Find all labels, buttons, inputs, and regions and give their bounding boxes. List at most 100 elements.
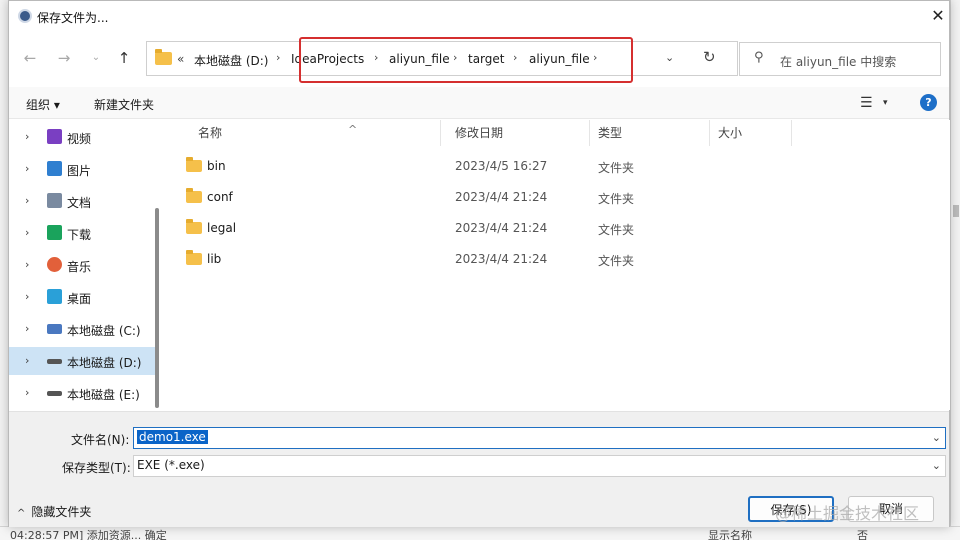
filename-value: demo1.exe xyxy=(137,430,208,444)
close-icon[interactable]: ✕ xyxy=(927,5,949,27)
breadcrumb-separator-icon[interactable]: › xyxy=(276,51,280,64)
file-date: 2023/4/5 16:27 xyxy=(455,159,548,173)
sidebar-item-desktop[interactable]: › 桌面 xyxy=(9,283,159,311)
folder-icon xyxy=(186,188,202,203)
command-bar: 组织 ▾ 新建文件夹 ☰ ▾ ? xyxy=(9,87,949,119)
file-name: legal xyxy=(207,221,237,235)
hide-folders-label: 隐藏文件夹 xyxy=(31,505,92,519)
sidebar-item-drive-e[interactable]: › 本地磁盘 (E:) xyxy=(9,379,159,407)
sidebar-item-label: 本地磁盘 (C:) xyxy=(67,324,141,338)
background-log-text: 04:28:57 PM] 添加资源... 确定 xyxy=(10,529,167,540)
help-icon[interactable]: ? xyxy=(920,94,937,111)
filetype-label: 保存类型(T): xyxy=(62,461,131,475)
expand-chevron-icon[interactable]: › xyxy=(25,130,29,143)
organize-menu-button[interactable]: 组织 ▾ xyxy=(26,96,60,113)
column-header-name[interactable]: 名称 ^ xyxy=(190,120,441,146)
pictures-icon xyxy=(47,161,62,176)
new-folder-button[interactable]: 新建文件夹 xyxy=(94,96,154,113)
view-options-icon[interactable]: ☰ xyxy=(860,95,873,111)
column-header-type[interactable]: 类型 xyxy=(590,120,710,146)
back-arrow-icon[interactable]: ← xyxy=(19,47,41,69)
filename-field[interactable]: demo1.exe ⌄ xyxy=(133,427,946,449)
sidebar-item-label: 本地磁盘 (D:) xyxy=(67,356,142,370)
search-icon: ⚲ xyxy=(754,50,764,65)
expand-chevron-icon[interactable]: › xyxy=(25,322,29,335)
background-right-text-1: 显示名称 xyxy=(708,529,752,540)
sidebar-item-videos[interactable]: › 视频 xyxy=(9,123,159,151)
hide-folders-toggle[interactable]: ^ 隐藏文件夹 xyxy=(17,503,91,520)
title-bar: 保存文件为... ✕ xyxy=(9,1,949,33)
file-name: conf xyxy=(207,190,233,204)
file-list: 名称 ^ 修改日期 类型 大小 bin 2023/4/5 16:27 文件夹 c… xyxy=(162,120,950,410)
file-row-bin[interactable]: bin 2023/4/5 16:27 文件夹 xyxy=(162,151,950,182)
file-type: 文件夹 xyxy=(598,192,635,206)
drive-d-icon xyxy=(47,359,62,364)
filetype-chevron-icon[interactable]: ⌄ xyxy=(932,459,941,472)
search-placeholder: 在 aliyun_file 中搜索 xyxy=(780,55,897,69)
sort-ascending-icon: ^ xyxy=(348,123,358,136)
filename-history-chevron-icon[interactable]: ⌄ xyxy=(932,431,941,444)
collapse-chevron-icon: ^ xyxy=(17,508,26,519)
view-dropdown-icon[interactable]: ▾ xyxy=(883,98,888,108)
navigation-pane: › 视频 › 图片 › 文档 › 下载 › 音乐 › 桌面 › 本地磁盘 (C:… xyxy=(9,120,161,410)
drive-e-icon xyxy=(47,391,62,396)
sidebar-item-documents[interactable]: › 文档 xyxy=(9,187,159,215)
watermark-text: @稀土掘金技术社区 xyxy=(775,504,920,523)
forward-arrow-icon[interactable]: → xyxy=(53,47,75,69)
sidebar-item-drive-d[interactable]: › 本地磁盘 (D:) xyxy=(9,347,159,375)
filename-label: 文件名(N): xyxy=(71,433,130,447)
sidebar-scrollbar[interactable] xyxy=(155,208,159,408)
filetype-select[interactable]: EXE (*.exe) ⌄ xyxy=(133,455,946,477)
save-file-dialog: 保存文件为... ✕ ← → ⌄ ↑ « 本地磁盘 (D:) › IdeaPro… xyxy=(8,0,950,527)
background-right-text-2: 否 xyxy=(857,529,868,540)
background-window-edge-right xyxy=(950,0,960,540)
desktop-icon xyxy=(47,289,62,304)
breadcrumb-overflow-icon[interactable]: « xyxy=(177,52,184,66)
expand-chevron-icon[interactable]: › xyxy=(25,162,29,175)
sidebar-item-music[interactable]: › 音乐 xyxy=(9,251,159,279)
up-arrow-icon[interactable]: ↑ xyxy=(113,47,135,69)
filetype-value: EXE (*.exe) xyxy=(137,458,205,472)
drive-c-icon xyxy=(47,324,62,334)
sidebar-item-label: 图片 xyxy=(67,164,92,178)
folder-icon xyxy=(155,49,172,65)
expand-chevron-icon[interactable]: › xyxy=(25,226,29,239)
expand-chevron-icon[interactable]: › xyxy=(25,386,29,399)
refresh-icon[interactable]: ↻ xyxy=(703,48,716,66)
folder-icon xyxy=(186,157,202,172)
recent-locations-chevron-icon[interactable]: ⌄ xyxy=(85,47,107,69)
sidebar-item-drive-c[interactable]: › 本地磁盘 (C:) xyxy=(9,315,159,343)
background-scroll-thumb xyxy=(953,205,959,217)
background-statusbar: 04:28:57 PM] 添加资源... 确定 显示名称 否 xyxy=(0,526,960,540)
file-type: 文件夹 xyxy=(598,223,635,237)
expand-chevron-icon[interactable]: › xyxy=(25,194,29,207)
sidebar-item-label: 音乐 xyxy=(67,260,92,274)
expand-chevron-icon[interactable]: › xyxy=(25,354,29,367)
folder-icon xyxy=(186,250,202,265)
address-highlight-annotation xyxy=(299,37,633,83)
column-header-size[interactable]: 大小 xyxy=(710,120,792,146)
file-row-conf[interactable]: conf 2023/4/4 21:24 文件夹 xyxy=(162,182,950,213)
expand-chevron-icon[interactable]: › xyxy=(25,290,29,303)
file-date: 2023/4/4 21:24 xyxy=(455,190,548,204)
file-row-legal[interactable]: legal 2023/4/4 21:24 文件夹 xyxy=(162,213,950,244)
file-name: bin xyxy=(207,159,226,173)
column-header-date[interactable]: 修改日期 xyxy=(447,120,590,146)
file-name: lib xyxy=(207,252,222,266)
column-header-label: 名称 xyxy=(198,126,223,140)
file-row-lib[interactable]: lib 2023/4/4 21:24 文件夹 xyxy=(162,244,950,275)
dialog-title: 保存文件为... xyxy=(37,11,109,25)
sidebar-item-label: 视频 xyxy=(67,132,92,146)
video-icon xyxy=(47,129,62,144)
sidebar-item-label: 桌面 xyxy=(67,292,92,306)
sidebar-item-pictures[interactable]: › 图片 xyxy=(9,155,159,183)
search-box[interactable]: ⚲ 在 aliyun_file 中搜索 xyxy=(739,42,941,76)
expand-chevron-icon[interactable]: › xyxy=(25,258,29,271)
breadcrumb-drive-d[interactable]: 本地磁盘 (D:) xyxy=(194,52,268,69)
file-type: 文件夹 xyxy=(598,254,635,268)
folder-icon xyxy=(186,219,202,234)
sidebar-item-downloads[interactable]: › 下载 xyxy=(9,219,159,247)
app-icon xyxy=(18,9,32,23)
address-dropdown-icon[interactable]: ⌄ xyxy=(665,51,674,64)
download-icon xyxy=(47,225,62,240)
